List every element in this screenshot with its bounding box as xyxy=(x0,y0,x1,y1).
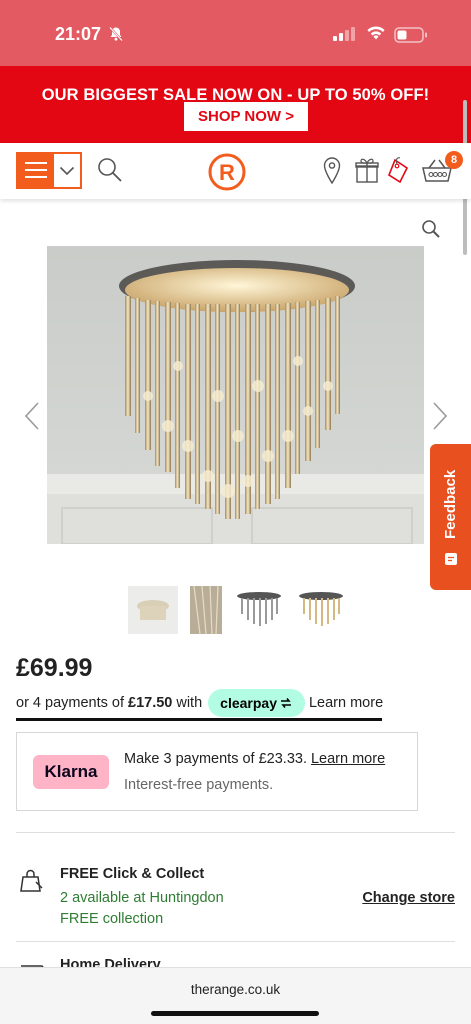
menu-button[interactable] xyxy=(16,152,82,189)
clearpay-arrows-icon xyxy=(280,698,291,708)
offers-tag-icon[interactable] xyxy=(386,156,412,186)
klarna-payments-text: Make 3 payments of £23.33. xyxy=(124,751,307,767)
free-collection-text: FREE collection xyxy=(60,911,164,927)
shop-now-button[interactable]: SHOP NOW > xyxy=(184,102,308,131)
clearpay-underline xyxy=(16,718,382,721)
site-header: R 8 xyxy=(0,143,471,199)
store-locator-pin-icon[interactable] xyxy=(322,156,342,186)
feedback-tab[interactable]: Feedback xyxy=(430,444,471,590)
clearpay-amount: £17.50 xyxy=(128,695,173,711)
previous-image-arrow-icon[interactable] xyxy=(22,401,42,431)
silent-bell-icon xyxy=(109,26,123,42)
the-range-logo[interactable]: R xyxy=(207,152,247,192)
thumbnail-3[interactable] xyxy=(234,586,284,634)
clearpay-prefix: or 4 payments of xyxy=(16,695,124,711)
browser-url-bar[interactable]: therange.co.uk xyxy=(0,967,471,1024)
status-bar: 21:07 xyxy=(0,0,471,66)
url-text[interactable]: therange.co.uk xyxy=(0,982,471,997)
thumbnail-2-selected[interactable] xyxy=(190,586,222,634)
search-icon[interactable] xyxy=(96,156,124,184)
klarna-logo: Klarna xyxy=(33,755,109,789)
clearpay-brand: clearpay xyxy=(220,695,277,711)
klarna-sub-text: Interest-free payments. xyxy=(124,777,274,793)
feedback-chat-icon xyxy=(445,553,457,565)
next-image-arrow-icon[interactable] xyxy=(430,401,450,431)
klarna-main-text: Make 3 payments of £23.33. Learn more xyxy=(124,751,385,767)
click-collect-bag-icon xyxy=(20,869,43,892)
stock-availability: 2 available at Huntingdon xyxy=(60,890,224,906)
home-indicator[interactable] xyxy=(151,1011,319,1016)
product-image[interactable] xyxy=(47,246,424,544)
status-time: 21:07 xyxy=(55,24,102,44)
clearpay-with: with xyxy=(176,695,203,711)
gift-icon[interactable] xyxy=(355,156,379,184)
thumbnail-1[interactable] xyxy=(128,586,178,634)
wifi-icon xyxy=(367,26,385,40)
clearpay-row: or 4 payments of £17.50 with clearpay Le… xyxy=(16,688,383,718)
click-collect-title: FREE Click & Collect xyxy=(60,866,205,882)
change-store-link[interactable]: Change store xyxy=(362,890,455,906)
divider xyxy=(16,832,455,833)
basket-count-badge: 8 xyxy=(445,151,463,169)
clearpay-learn-more-link[interactable]: Learn more xyxy=(309,695,383,711)
signal-icon xyxy=(333,27,355,41)
divider xyxy=(16,941,455,942)
clearpay-badge[interactable]: clearpay xyxy=(208,689,305,717)
product-price: £69.99 xyxy=(16,654,93,682)
klarna-box: Klarna Make 3 payments of £23.33. Learn m… xyxy=(16,732,418,811)
thumbnail-4[interactable] xyxy=(296,586,346,634)
battery-icon xyxy=(394,27,427,43)
zoom-icon[interactable] xyxy=(421,219,441,239)
feedback-label: Feedback xyxy=(442,469,459,539)
klarna-learn-more-link[interactable]: Learn more xyxy=(311,751,385,767)
chevron-down-icon xyxy=(54,154,80,187)
logo-letter: R xyxy=(219,160,235,185)
thumbnail-strip xyxy=(128,586,346,634)
hamburger-icon xyxy=(18,154,54,187)
